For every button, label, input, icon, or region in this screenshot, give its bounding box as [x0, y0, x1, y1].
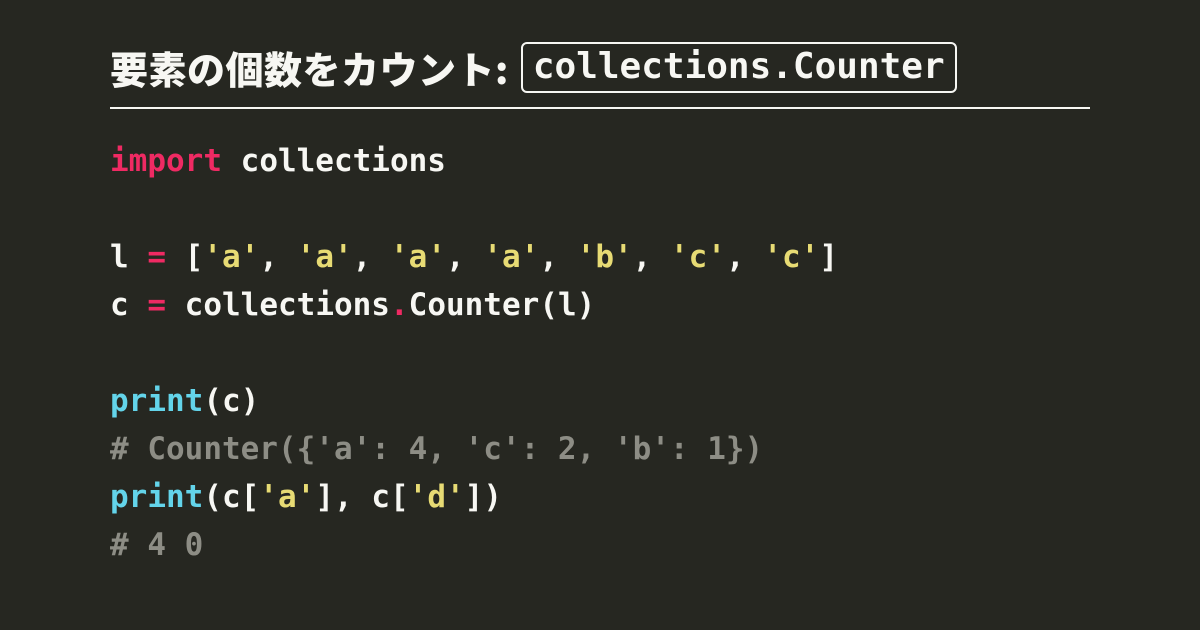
code-block: import collections l = ['a', 'a', 'a', '…	[110, 137, 1090, 569]
index-close: ]	[465, 479, 484, 515]
code-slide: 要素の個数をカウント: collections.Counter import c…	[0, 0, 1200, 569]
op-eq: =	[147, 239, 166, 275]
module-name: collections	[241, 143, 446, 179]
code-line-9-comment: # 4 0	[110, 527, 203, 563]
str-lit: 'b'	[577, 239, 633, 275]
paren-open: (	[203, 479, 222, 515]
var-c: c	[110, 287, 147, 323]
fn-print: print	[110, 479, 203, 515]
fn-print: print	[110, 383, 203, 419]
comma: ,	[633, 239, 670, 275]
paren-close: )	[483, 479, 502, 515]
bracket-close: ]	[819, 239, 838, 275]
str-lit: 'a'	[203, 239, 259, 275]
str-lit: 'd'	[409, 479, 465, 515]
call-args: (l)	[539, 287, 595, 323]
class-name: Counter	[409, 287, 540, 323]
title-code-badge: collections.Counter	[521, 42, 957, 93]
code-line-7-comment: # Counter({'a': 4, 'c': 2, 'b': 1})	[110, 431, 763, 467]
code-line-1: import collections	[110, 143, 446, 179]
space	[166, 287, 185, 323]
op-eq: =	[147, 287, 166, 323]
space	[166, 239, 185, 275]
index-close: ],	[315, 479, 371, 515]
str-lit: 'a'	[483, 239, 539, 275]
str-lit: 'a'	[390, 239, 446, 275]
bracket-open: [	[185, 239, 204, 275]
comma: ,	[539, 239, 576, 275]
var-l: l	[110, 239, 147, 275]
code-line-3: l = ['a', 'a', 'a', 'a', 'b', 'c', 'c']	[110, 239, 838, 275]
op-dot: .	[390, 287, 409, 323]
call-args: (c)	[203, 383, 259, 419]
str-lit: 'a'	[259, 479, 315, 515]
page-title: 要素の個数をカウント:	[110, 40, 509, 95]
kw-import: import	[110, 143, 222, 179]
code-line-6: print(c)	[110, 383, 259, 419]
module-ref: collections	[185, 287, 390, 323]
index-expr: c[	[222, 479, 259, 515]
title-row: 要素の個数をカウント: collections.Counter	[110, 40, 1090, 109]
str-lit: 'c'	[763, 239, 819, 275]
str-lit: 'a'	[297, 239, 353, 275]
comma: ,	[446, 239, 483, 275]
comma: ,	[259, 239, 296, 275]
str-lit: 'c'	[670, 239, 726, 275]
comma: ,	[726, 239, 763, 275]
comma: ,	[353, 239, 390, 275]
code-line-8: print(c['a'], c['d'])	[110, 479, 502, 515]
space	[222, 143, 241, 179]
index-expr: c[	[371, 479, 408, 515]
code-line-4: c = collections.Counter(l)	[110, 287, 595, 323]
